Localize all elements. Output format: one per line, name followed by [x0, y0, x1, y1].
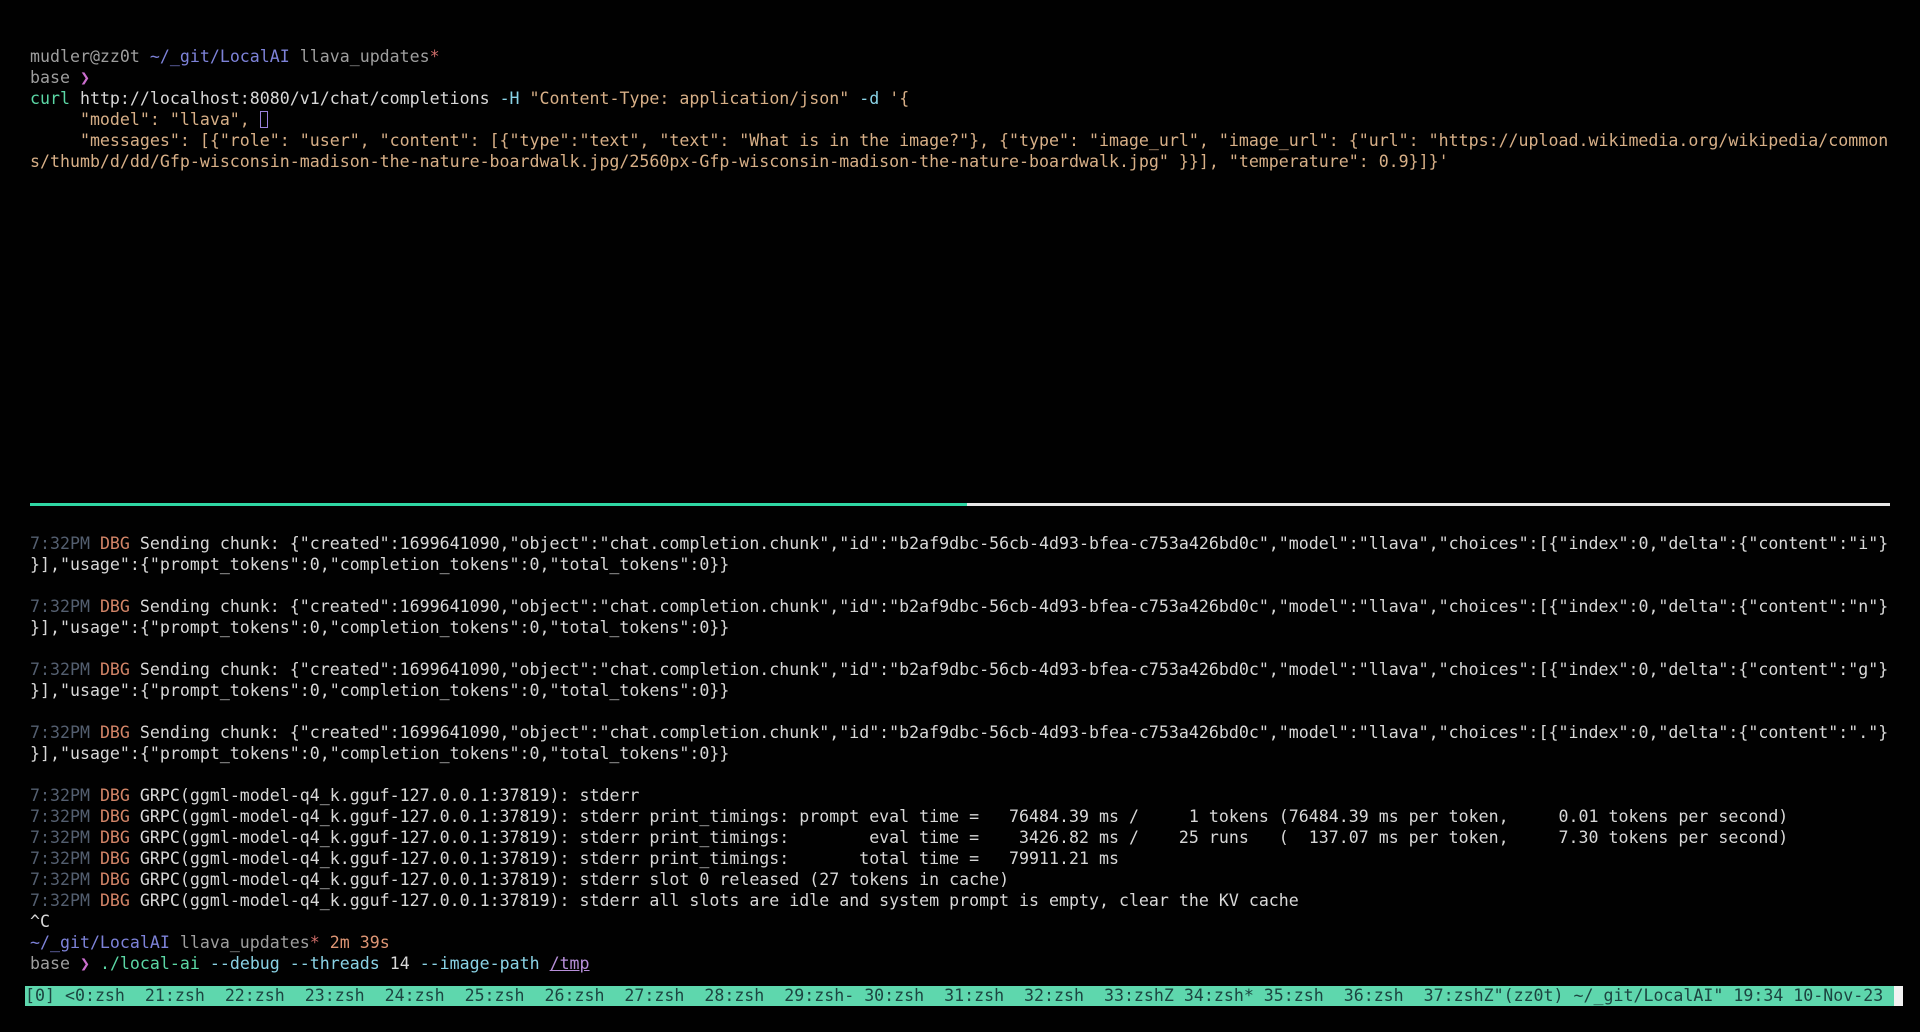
text-cursor — [260, 111, 268, 128]
terminal-line: ~/_git/LocalAI llava_updates* 2m 39s — [30, 932, 1890, 953]
tmux-pane-divider[interactable] — [30, 503, 1890, 506]
pane-divider-inactive-segment — [967, 503, 1890, 506]
terminal-line: 7:32PM DBG GRPC(ggml-model-q4_k.gguf-127… — [30, 827, 1890, 848]
terminal-line — [30, 638, 1890, 659]
status-bar-cap — [1894, 986, 1903, 1006]
terminal-line: }],"usage":{"prompt_tokens":0,"completio… — [30, 617, 1890, 638]
terminal-line: mudler@zz0t ~/_git/LocalAI llava_updates… — [30, 46, 1890, 67]
terminal-line: 7:32PM DBG Sending chunk: {"created":169… — [30, 722, 1890, 743]
terminal-line: 7:32PM DBG GRPC(ggml-model-q4_k.gguf-127… — [30, 869, 1890, 890]
terminal-line: s/thumb/d/dd/Gfp-wisconsin-madison-the-n… — [30, 151, 1890, 172]
status-session-label: [0] — [25, 986, 65, 1005]
terminal-line: }],"usage":{"prompt_tokens":0,"completio… — [30, 743, 1890, 764]
terminal-line: 7:32PM DBG GRPC(ggml-model-q4_k.gguf-127… — [30, 785, 1890, 806]
terminal-line — [30, 764, 1890, 785]
terminal-line: }],"usage":{"prompt_tokens":0,"completio… — [30, 554, 1890, 575]
terminal-line — [30, 575, 1890, 596]
terminal-screen: mudler@zz0t ~/_git/LocalAI llava_updates… — [0, 0, 1920, 1032]
terminal-line: curl http://localhost:8080/v1/chat/compl… — [30, 88, 1890, 109]
terminal-line: 7:32PM DBG GRPC(ggml-model-q4_k.gguf-127… — [30, 890, 1890, 911]
status-window-list[interactable]: <0:zsh 21:zsh 22:zsh 23:zsh 24:zsh 25:zs… — [65, 986, 1494, 1005]
status-right-info: "(zz0t) ~/_git/LocalAI" 19:34 10-Nov-23 — [1494, 986, 1884, 1005]
terminal-pane-bottom[interactable]: 7:32PM DBG Sending chunk: {"created":169… — [30, 506, 1890, 974]
terminal-line: ^C — [30, 911, 1890, 932]
terminal-line: "model": "llava", — [30, 109, 1890, 130]
terminal-line: base ❯ ./local-ai --debug --threads 14 -… — [30, 953, 1890, 974]
terminal-line — [30, 701, 1890, 722]
terminal-line: 7:32PM DBG Sending chunk: {"created":169… — [30, 659, 1890, 680]
terminal-line: 7:32PM DBG GRPC(ggml-model-q4_k.gguf-127… — [30, 806, 1890, 827]
pane-divider-active-segment — [30, 503, 967, 506]
terminal-line: 7:32PM DBG GRPC(ggml-model-q4_k.gguf-127… — [30, 848, 1890, 869]
terminal-line: 7:32PM DBG Sending chunk: {"created":169… — [30, 596, 1890, 617]
terminal-line: 7:32PM DBG Sending chunk: {"created":169… — [30, 533, 1890, 554]
terminal-line: "messages": [{"role": "user", "content":… — [30, 130, 1890, 151]
terminal-line: base ❯ — [30, 67, 1890, 88]
terminal-pane-top[interactable]: mudler@zz0t ~/_git/LocalAI llava_updates… — [30, 0, 1890, 503]
tmux-status-bar[interactable]: [0] <0:zsh 21:zsh 22:zsh 23:zsh 24:zsh 2… — [25, 986, 1903, 1006]
terminal-line: }],"usage":{"prompt_tokens":0,"completio… — [30, 680, 1890, 701]
